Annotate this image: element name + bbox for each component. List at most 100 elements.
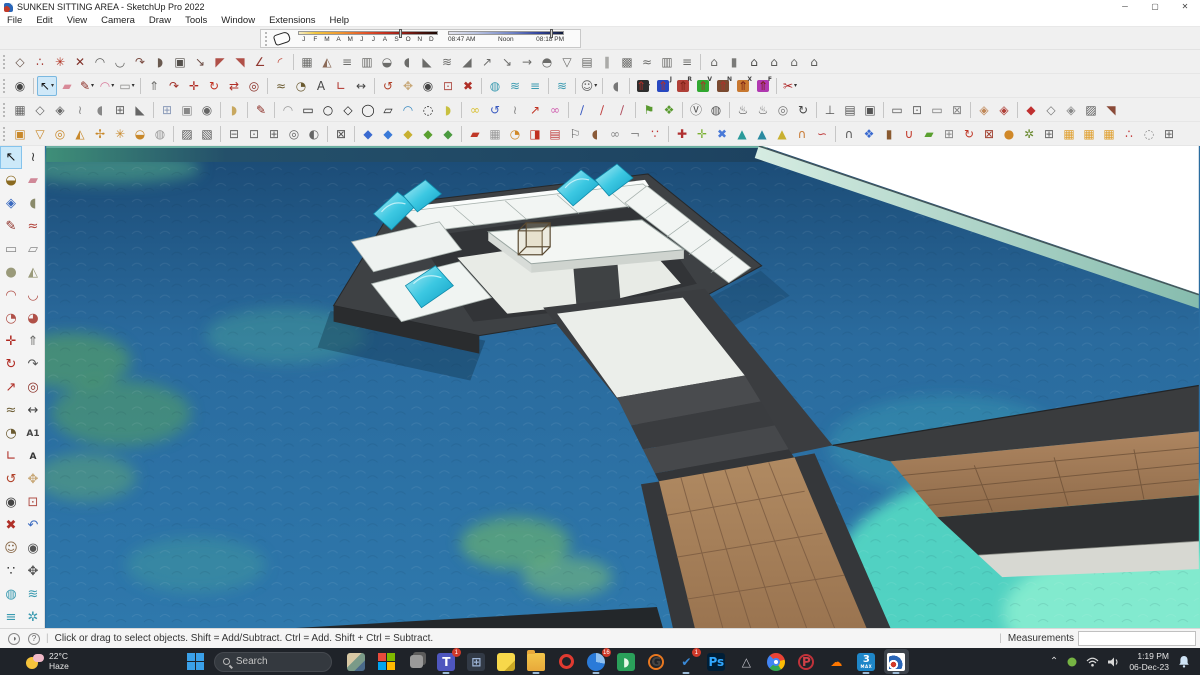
ribbon-stack-icon[interactable]: ≋ xyxy=(437,52,457,72)
start-button[interactable] xyxy=(186,653,204,670)
taskbar-app-g-shield[interactable]: G xyxy=(644,649,669,674)
section-wave-icon[interactable]: ≋ xyxy=(505,76,525,96)
truss-frame-icon[interactable]: ▦ xyxy=(297,52,317,72)
cube-spin-red-icon[interactable]: ↻ xyxy=(959,124,979,144)
lift-black-icon[interactable]: ⇑ ▾ xyxy=(633,76,653,96)
angle-tool-icon[interactable]: ∠ xyxy=(250,52,270,72)
component-burst-icon[interactable]: ▣ xyxy=(10,124,30,144)
taskbar-app-sketchup[interactable] xyxy=(883,649,909,674)
protractor-icon[interactable]: ◔ xyxy=(291,76,311,96)
window-photo-icon[interactable]: ⊡ xyxy=(907,100,927,120)
turn-compass-icon[interactable]: ✥ xyxy=(22,560,44,583)
tray-nvidia-icon[interactable] xyxy=(1067,657,1077,667)
zoom-lens-icon[interactable]: ◉ xyxy=(10,76,30,96)
circle-dash-icon[interactable]: ◌ xyxy=(1139,124,1159,144)
taskbar-app-character-green[interactable]: ◗ xyxy=(614,649,639,674)
stair-profile-icon[interactable]: ≡ xyxy=(337,52,357,72)
diamond-yellow-icon[interactable]: ◆ xyxy=(398,124,418,144)
bag-gray-icon[interactable]: ◈ xyxy=(1061,100,1081,120)
box-brown-icon[interactable]: ▮ xyxy=(879,124,899,144)
dimension-icon[interactable]: ↔ xyxy=(22,399,44,422)
drop-teal-icon[interactable]: ▲ xyxy=(732,124,752,144)
pie-icon[interactable]: ◕ xyxy=(22,307,44,330)
pan-icon[interactable]: ✥ xyxy=(22,468,44,491)
scatter-red-icon[interactable]: ∴ xyxy=(1119,124,1139,144)
ellipse-black-icon[interactable]: ◯ xyxy=(358,100,378,120)
cursor-box-icon[interactable]: ⊠ xyxy=(331,124,351,144)
follow-me-icon[interactable]: ↷ xyxy=(164,76,184,96)
pillow-red-icon[interactable]: ◈ xyxy=(994,100,1014,120)
shadow-month-slider[interactable]: JFMAMJJASOND xyxy=(298,29,438,46)
taskbar-app-3ds-max[interactable]: 3 MAX xyxy=(854,649,879,674)
month-slider-handle[interactable] xyxy=(398,29,402,38)
frame-image-icon[interactable]: ▣ xyxy=(860,100,880,120)
volume-icon[interactable] xyxy=(1108,657,1120,667)
section-plane-icon[interactable]: ◍ xyxy=(0,583,22,606)
offset-icon[interactable]: ◎ xyxy=(22,376,44,399)
protractor-icon[interactable]: ◔ xyxy=(0,422,22,445)
make-component-icon[interactable]: ◈ xyxy=(0,192,22,215)
shed-tool-icon[interactable]: ⌂ xyxy=(804,52,824,72)
taskbar-app-pie-chart-blue[interactable]: 16 xyxy=(584,648,611,674)
hook-curve-icon[interactable]: ↷ xyxy=(130,52,150,72)
eraser-icon[interactable]: ▰ xyxy=(57,76,77,96)
waffle-orange-1-icon[interactable]: ▦ xyxy=(1059,124,1079,144)
scale-icon[interactable]: ↗ xyxy=(0,376,22,399)
panel-curve-icon[interactable]: ◖ xyxy=(397,52,417,72)
taskbar-app-file-explorer[interactable] xyxy=(524,649,549,674)
menu-window[interactable]: Window xyxy=(214,15,262,26)
taskbar-app-office-hub[interactable] xyxy=(374,649,399,674)
cube-arrow-icon[interactable]: ⊠ xyxy=(979,124,999,144)
flag-star-icon[interactable]: ❖ xyxy=(659,100,679,120)
grass-brush-icon[interactable]: ≀ xyxy=(70,100,90,120)
compass-blue-icon[interactable]: ❖ xyxy=(859,124,879,144)
menu-extensions[interactable]: Extensions xyxy=(262,15,322,26)
skew-arrow-right-icon[interactable]: → xyxy=(517,52,537,72)
flag-green-icon[interactable]: ⚑ xyxy=(639,100,659,120)
walk-icon[interactable]: ∵ xyxy=(0,560,22,583)
toolbar-drag-handle[interactable] xyxy=(3,54,6,69)
magnet-red-icon[interactable]: ∪ xyxy=(899,124,919,144)
horseshoe-dark-icon[interactable]: ∩ xyxy=(839,124,859,144)
paste-place-icon[interactable]: ▧ xyxy=(197,124,217,144)
viewport-3d-scene[interactable] xyxy=(11,145,1200,675)
zoom-window-icon[interactable]: ⊡ xyxy=(438,76,458,96)
dimension-icon[interactable]: ↔ xyxy=(351,76,371,96)
follow-me-icon[interactable]: ↷ xyxy=(22,353,44,376)
lasso-gray-icon[interactable]: ≀ xyxy=(505,100,525,120)
move-icon[interactable]: ✛ xyxy=(0,330,22,353)
position-camera-icon[interactable]: ☺ xyxy=(0,537,22,560)
taskbar-app-enscape-render[interactable] xyxy=(344,649,369,674)
taskbar-app-prism-gray[interactable]: △ xyxy=(734,649,759,674)
vray-palette-icon[interactable]: ◍ xyxy=(706,100,726,120)
cone-hatch-icon[interactable]: ◭ xyxy=(317,52,337,72)
close-button[interactable]: ✕ xyxy=(1170,0,1200,14)
corner-left-icon[interactable]: ◤ xyxy=(210,52,230,72)
slash-blue-icon[interactable]: ∕ xyxy=(572,100,592,120)
section-gear-icon[interactable]: ✲ xyxy=(22,606,44,629)
shape-outline-icon[interactable]: ◇ xyxy=(10,52,30,72)
slope-face-icon[interactable]: ◢ xyxy=(457,52,477,72)
plus-grid-green-icon[interactable]: ✛ xyxy=(692,124,712,144)
pie-wedge-icon[interactable]: ◗ xyxy=(150,52,170,72)
window-scene-icon[interactable]: ▭ xyxy=(927,100,947,120)
sphere-slice-icon[interactable]: ◐ xyxy=(304,124,324,144)
hook-gray-icon[interactable]: ¬ xyxy=(625,124,645,144)
two-point-arc-icon[interactable]: ◡ xyxy=(22,284,44,307)
taskbar-app-sticky-notes[interactable] xyxy=(494,649,519,674)
box-corner-icon[interactable]: ⊟ xyxy=(224,124,244,144)
scissors-icon[interactable]: ✂ ▾ xyxy=(780,76,800,96)
wifi-icon[interactable] xyxy=(1086,657,1099,667)
pillow-tan-icon[interactable]: ◈ xyxy=(974,100,994,120)
funnel-lamp-icon[interactable]: ▽ xyxy=(30,124,50,144)
maximize-button[interactable]: ▢ xyxy=(1140,0,1170,14)
grid-weave-icon[interactable]: ▩ xyxy=(617,52,637,72)
lift-blue-icon[interactable]: ⇑ J xyxy=(653,76,673,96)
offset-icon[interactable]: ◎ xyxy=(244,76,264,96)
vray-v-icon[interactable]: Ⓥ xyxy=(686,100,706,120)
column-grid-icon[interactable]: ▥ xyxy=(357,52,377,72)
arrow-stretch-icon[interactable]: ↗ xyxy=(525,100,545,120)
rotate-icon[interactable]: ↻ xyxy=(204,76,224,96)
shadows-toggle-icon[interactable] xyxy=(272,30,292,47)
drop-teal-num-icon[interactable]: ▲ xyxy=(752,124,772,144)
